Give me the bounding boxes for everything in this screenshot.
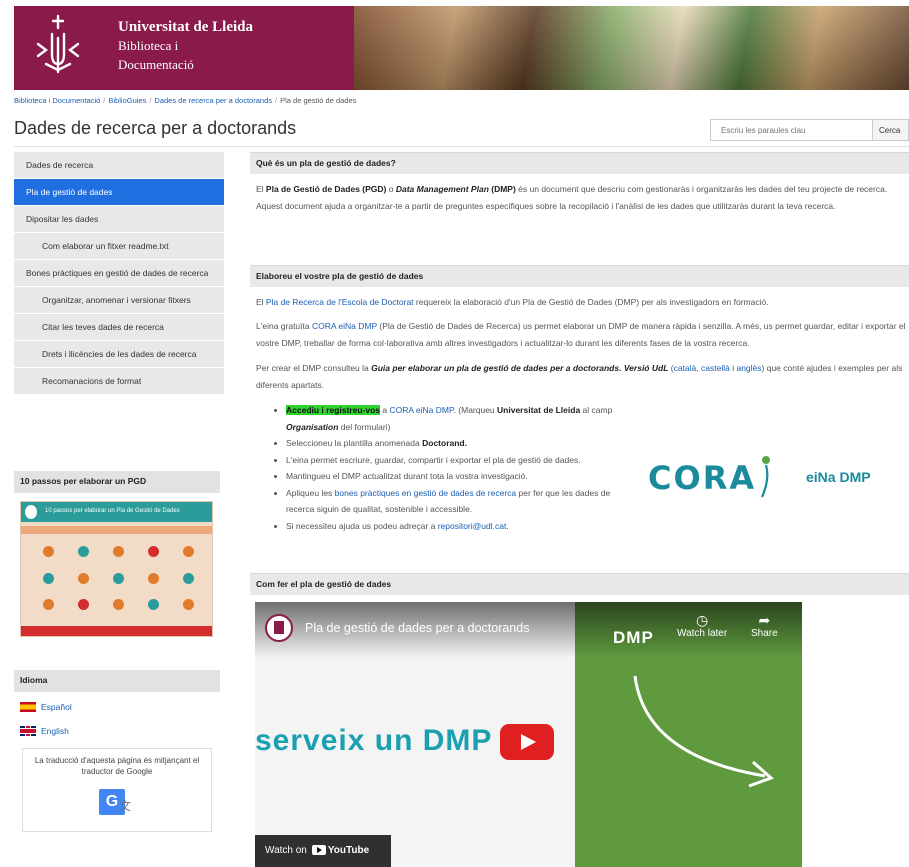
brand-text[interactable]: Universitat de Lleida Biblioteca i Docum… (118, 18, 253, 74)
share-arrow-icon: ➦ (758, 612, 771, 628)
udl-logo-icon[interactable] (32, 14, 84, 74)
google-translate-icon[interactable]: G文 (99, 789, 137, 821)
watch-later-label: Watch later (677, 628, 728, 639)
breadcrumb-current: Pla de gestió de dades (280, 96, 357, 105)
video-big-text: serveix un DMP (255, 724, 493, 757)
list-item: Apliqueu les bones pràctiques en gestió … (286, 485, 632, 518)
breadcrumb: Biblioteca i Documentació / BiblioGuies / Da… (14, 96, 357, 105)
channel-avatar-icon[interactable] (265, 614, 293, 642)
list-item: Accediu i registreu-vos a CORA eiNa DMP.… (286, 402, 632, 435)
cora-wordmark: CORA (648, 459, 757, 497)
page-title: Dades de recerca per a doctorands (14, 118, 297, 138)
watch-on-label: Watch on (265, 845, 307, 856)
breadcrumb-link-biblioteca[interactable]: Biblioteca i Documentació (14, 96, 100, 105)
nav-item-dipositar[interactable]: Dipositar les dades (14, 206, 224, 233)
section-heading-elaboreu: Elaboreu el vostre pla de gestió de dade… (250, 265, 909, 287)
search-input[interactable] (710, 119, 873, 141)
list-item: Mantingueu el DMP actualitzat durant tot… (286, 468, 632, 485)
watch-on-youtube-button[interactable]: Watch on YouTube (255, 835, 391, 867)
translate-box: La traducció d'aquesta pàgina és mitjanç… (22, 748, 212, 832)
clock-icon: ◷ (695, 612, 709, 628)
video-title[interactable]: Pla de gestió de dades per a doctorands (305, 621, 529, 635)
link-guide-castella[interactable]: castellà (701, 363, 730, 373)
uk-flag-icon (20, 726, 36, 736)
link-cora-dmp[interactable]: CORA eiNa DMP (312, 321, 377, 331)
pgd-infographic-title: 10 passos per elaborar un Pla de Gestió … (21, 502, 212, 522)
youtube-icon (311, 845, 326, 856)
org-sub2: Documentació (118, 57, 194, 72)
pgd-infographic[interactable]: 10 passos per elaborar un Pla de Gestió … (20, 501, 213, 637)
section-2-paragraph-1: El Pla de Recerca de l'Escola de Doctora… (256, 297, 769, 307)
nav-item-pla-gestio[interactable]: Pla de gestió de dades (14, 179, 224, 206)
nav-item-readme[interactable]: Com elaborar un fitxer readme.txt (14, 233, 224, 260)
site-header: Universitat de Lleida Biblioteca i Docum… (14, 6, 909, 90)
cora-subtitle: eiNa DMP (806, 469, 871, 485)
section-2-paragraph-2: L'eina gratuïta CORA eiNa DMP (Pla de Ge… (256, 321, 906, 348)
org-name: Universitat de Lleida (118, 19, 253, 35)
cora-logo[interactable]: CORA eiNa DMP (648, 455, 888, 499)
nav-item-organitzar[interactable]: Organitzar, anomenar i versionar fitxers (14, 287, 224, 314)
breadcrumb-link-guide[interactable]: Dades de recerca per a doctorands (154, 96, 272, 105)
breadcrumb-link-biblioguies[interactable]: BiblioGuies (108, 96, 146, 105)
list-item: Si necessiteu ajuda us podeu adreçar a r… (286, 518, 632, 535)
play-button[interactable] (500, 724, 554, 760)
nav-item-bones-practiques[interactable]: Bones pràctiques en gestió de dades de r… (14, 260, 224, 287)
steps-list: Accediu i registreu-vos a CORA eiNa DMP.… (272, 402, 632, 534)
watch-later-button[interactable]: ◷ Watch later (677, 612, 727, 639)
section-heading-que-es: Què és un pla de gestió de dades? (250, 152, 909, 174)
nav-item-dades-recerca[interactable]: Dades de recerca (14, 152, 224, 179)
share-button[interactable]: ➦ Share (751, 612, 778, 639)
section-heading-com-fer: Com fer el pla de gestió de dades (250, 573, 909, 595)
nav-item-format[interactable]: Recomanacions de format (14, 368, 224, 395)
video-dmp-label: DMP (613, 628, 654, 647)
sidebar-nav: Dades de recerca Pla de gestió de dades … (14, 152, 224, 395)
section-1-paragraph: El Pla de Gestió de Dades (PGD) o Data M… (256, 184, 888, 211)
link-guide-catala[interactable]: català (674, 363, 697, 373)
link-email-repositori[interactable]: repositori@udl.cat (438, 521, 507, 531)
pgd-badge-icon (25, 505, 37, 519)
list-item: Seleccioneu la plantilla anomenada Docto… (286, 435, 632, 452)
youtube-label: YouTube (327, 845, 370, 856)
pgd-heading: 10 passos per elaborar un PGD (14, 471, 220, 493)
youtube-video-embed[interactable]: Pla de gestió de dades per a doctorands … (255, 602, 802, 867)
lang-en-label: English (41, 726, 69, 736)
link-bones-practiques[interactable]: bones pràctiques en gestió de dades de r… (335, 488, 516, 498)
language-heading: Idioma (14, 670, 220, 692)
nav-item-citar[interactable]: Citar les teves dades de recerca (14, 314, 224, 341)
curved-arrow-icon (633, 675, 774, 788)
highlight-register: Accediu i registreu-vos (286, 405, 381, 415)
link-cora-register[interactable]: CORA eiNa DMP (389, 405, 453, 415)
search-form: Cerca (710, 119, 909, 141)
spain-flag-icon (20, 702, 36, 712)
lang-es-label: Español (41, 702, 72, 712)
lang-en-link[interactable]: English (20, 726, 69, 736)
cora-swoosh-icon (760, 456, 770, 498)
search-button[interactable]: Cerca (873, 119, 909, 141)
section-2-paragraph-3: Per crear el DMP consulteu la Guia per e… (256, 363, 903, 390)
header-photo (354, 6, 909, 90)
link-guide-angles[interactable]: anglès (736, 363, 761, 373)
divider (14, 146, 909, 147)
translate-note: La traducció d'aquesta pàgina és mitjanç… (34, 756, 200, 776)
nav-item-drets[interactable]: Drets i llicències de les dades de recer… (14, 341, 224, 368)
share-label: Share (751, 628, 778, 639)
link-pla-recerca[interactable]: Pla de Recerca de l'Escola de Doctorat (266, 297, 414, 307)
org-sub1: Biblioteca i (118, 38, 179, 53)
lang-es-link[interactable]: Español (20, 702, 72, 712)
list-item: L'eina permet escriure, guardar, compart… (286, 452, 632, 469)
